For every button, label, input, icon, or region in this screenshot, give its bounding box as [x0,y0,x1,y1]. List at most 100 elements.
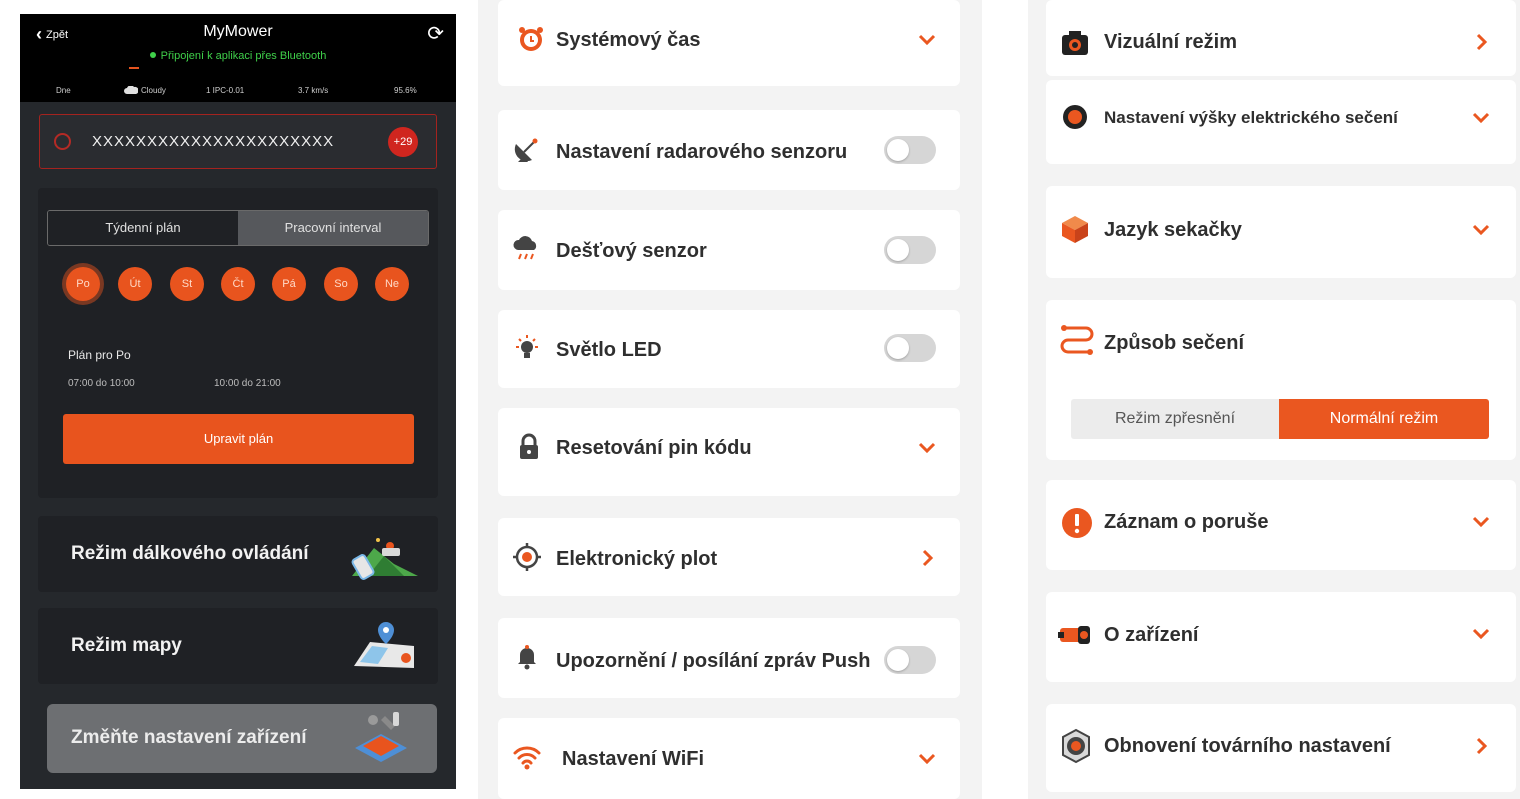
chevron-down-icon [918,753,936,765]
fault-record-label: Záznam o poruše [1104,511,1269,533]
day-button[interactable]: Pá [272,267,306,301]
connection-status: Připojení k aplikaci přes Bluetooth [20,50,456,62]
edit-plan-button[interactable]: Upravit plán [63,414,414,464]
mowing-mode-selector: Režim zpřesnění Normální režim [1071,399,1489,439]
alert-count-badge[interactable]: +29 [388,127,418,157]
mower-icon [1058,626,1090,644]
wifi-row[interactable]: Nastavení WiFi [498,718,960,799]
about-device-label: O zařízení [1104,624,1199,646]
cube-icon [1062,216,1088,243]
day-button[interactable]: Út [118,267,152,301]
day-button[interactable]: Čt [221,267,255,301]
language-row[interactable]: Jazyk sekačky [1046,186,1516,278]
toggle-knob [887,139,909,161]
status-bar: Dne Cloudy 1 IPC-0.01 3.7 km/s 95.6% [20,85,456,98]
chevron-down-icon [918,34,936,46]
status-dot-icon [149,52,156,58]
radar-sensor-row: Nastavení radarového senzoru [498,110,960,190]
refresh-icon[interactable]: ⟳ [427,21,444,46]
camera-icon [1062,31,1088,55]
led-light-label: Světlo LED [556,339,662,361]
day-button[interactable]: St [170,267,204,301]
electronic-fence-label: Elektronický plot [556,548,718,570]
chevron-right-icon [922,549,934,567]
cut-height-label: Nastavení výšky elektrického sečení [1104,108,1398,127]
led-light-row: Světlo LED [498,310,960,388]
fault-record-row[interactable]: Záznam o poruše [1046,480,1516,570]
cloud-icon [124,85,139,94]
rain-sensor-row: Dešťový senzor [498,210,960,290]
stat-weather-text: Cloudy [141,86,166,95]
plan-heading: Plán pro Po [68,348,131,362]
change-settings-button[interactable]: Změňte nastavení zařízení [47,704,437,773]
day-button[interactable]: Ne [375,267,409,301]
push-notifications-label: Upozornění / posílání zpráv Push [556,650,871,672]
remote-mode-label: Režim dálkového ovládání [71,543,309,564]
day-button[interactable]: Po [66,267,100,301]
stat-speed: 3.7 km/s [298,86,329,95]
bell-icon [518,645,536,670]
chevron-down-icon [918,442,936,454]
toggle-knob [887,649,909,671]
chevron-down-icon [1472,112,1490,124]
about-device-row[interactable]: O zařízení [1046,592,1516,682]
tab-weekly-plan[interactable]: Týdenní plán [48,211,238,245]
system-time-row[interactable]: Systémový čas [498,0,960,86]
radar-sensor-label: Nastavení radarového senzoru [556,141,848,163]
light-bulb-icon [516,335,538,358]
lock-icon [520,433,538,459]
map-mode-label: Režim mapy [71,635,182,656]
led-light-toggle[interactable] [884,334,936,362]
route-icon [1060,325,1094,355]
alarm-clock-icon [519,27,543,51]
remote-mode-button[interactable]: Režim dálkového ovládání [38,516,438,592]
mowing-method-label: Způsob sečení [1104,332,1245,354]
day-selector: Po Út St Čt Pá So Ne [20,267,456,307]
chevron-right-icon [1476,737,1488,755]
reset-gear-icon [1062,728,1090,764]
pin-reset-label: Resetování pin kódu [556,437,752,459]
toggle-knob [887,239,909,261]
pin-reset-row[interactable]: Resetování pin kódu [498,408,960,496]
time-slot: 10:00 do 21:00 [214,378,281,389]
factory-reset-row[interactable]: Obnovení továrního nastavení [1046,704,1516,792]
wifi-icon [513,746,541,770]
visual-mode-label: Vizuální režim [1104,31,1238,53]
stat-weather: Cloudy [124,85,166,96]
mower-app-panel: ‹ Zpět MyMower ⟳ Připojení k aplikaci pře… [20,14,456,789]
mode-normal-option[interactable]: Normální režim [1279,399,1489,439]
language-label: Jazyk sekačky [1104,219,1242,241]
map-mode-button[interactable]: Režim mapy [38,608,438,684]
connection-indicator [129,67,139,69]
chevron-down-icon [1472,628,1490,640]
alert-code: XXXXXXXXXXXXXXXXXXXXXX [92,133,335,150]
record-dot-icon [1063,105,1087,129]
tab-work-interval[interactable]: Pracovní interval [238,211,428,245]
factory-reset-label: Obnovení továrního nastavení [1104,735,1391,757]
toggle-knob [887,337,909,359]
push-notifications-toggle[interactable] [884,646,936,674]
app-title: MyMower [203,23,273,40]
rain-sensor-toggle[interactable] [884,236,936,264]
push-notifications-row: Upozornění / posílání zpráv Push [498,618,960,698]
mode-precise-option[interactable]: Režim zpřesnění [1071,399,1279,439]
warning-icon [1062,508,1092,538]
settings-illustration [355,712,407,762]
stat-battery: 95.6% [394,86,417,95]
wifi-label: Nastavení WiFi [562,748,705,770]
chevron-right-icon [1476,33,1488,51]
warning-icon [54,133,71,150]
alert-banner[interactable]: XXXXXXXXXXXXXXXXXXXXXX +29 [39,114,437,169]
chevron-down-icon [1472,224,1490,236]
radar-sensor-toggle[interactable] [884,136,936,164]
app-header: ‹ Zpět MyMower ⟳ Připojení k aplikaci pře… [20,14,456,102]
satellite-dish-icon [514,138,538,162]
electronic-fence-row[interactable]: Elektronický plot [498,518,960,596]
cut-height-row[interactable]: Nastavení výšky elektrického sečení [1046,80,1516,164]
visual-mode-row[interactable]: Vizuální režim [1046,0,1516,76]
target-icon [513,543,541,571]
time-slot: 07:00 do 10:00 [68,378,135,389]
day-button[interactable]: So [324,267,358,301]
change-settings-label: Změňte nastavení zařízení [71,727,307,748]
rain-cloud-icon [513,236,537,260]
